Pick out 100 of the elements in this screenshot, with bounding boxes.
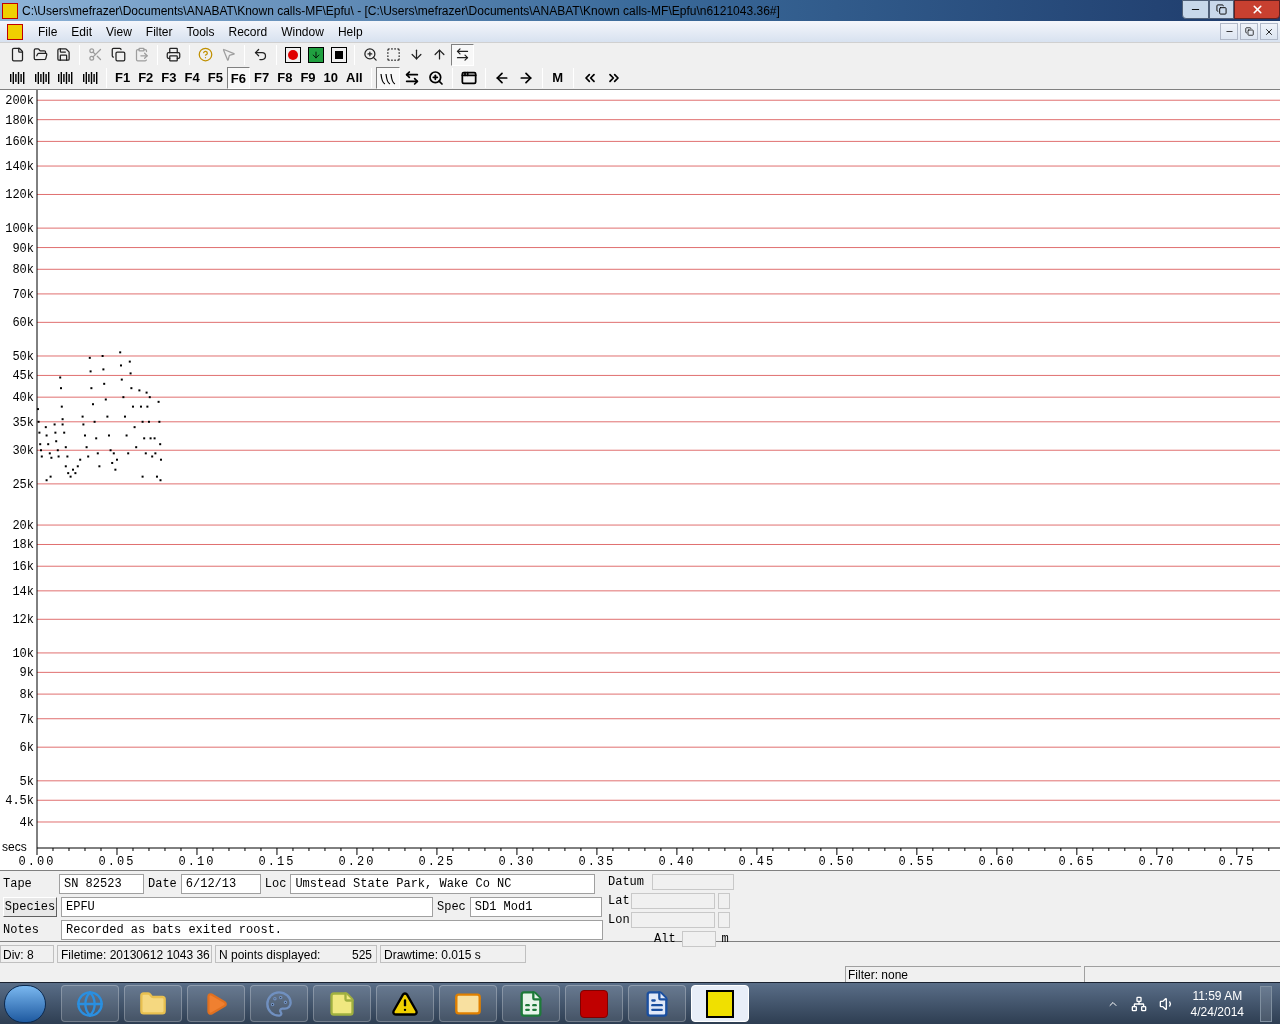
status-panel: Filetime: 20130612 1043 36	[57, 945, 212, 963]
function-key-button[interactable]: F1	[111, 66, 135, 89]
bars-icon	[34, 70, 50, 85]
monitor-icon	[307, 46, 324, 63]
folder-icon	[139, 989, 167, 1018]
menu-item[interactable]: Tools	[179, 22, 222, 41]
taskbar-app[interactable]	[691, 985, 749, 1022]
minimize-button[interactable]	[1182, 0, 1209, 19]
function-key-button[interactable]: F4	[180, 66, 204, 89]
close-button[interactable]	[1234, 0, 1280, 19]
y-axis-label: 160k	[5, 135, 34, 150]
menu-item[interactable]: Edit	[64, 22, 100, 41]
restore-button[interactable]	[1209, 0, 1234, 19]
pdf-icon	[580, 989, 608, 1018]
y-axis-label: 6k	[19, 741, 34, 756]
y-axis-label: 25k	[12, 477, 34, 492]
function-key-button[interactable]: F6	[226, 66, 251, 89]
function-key-button[interactable]: All	[342, 66, 367, 89]
empty-field[interactable]	[652, 874, 734, 890]
network-icon[interactable]	[1130, 995, 1147, 1012]
x-axis-title: secs	[2, 840, 27, 854]
menu-item[interactable]: View	[99, 22, 139, 41]
taskbar-app[interactable]	[628, 985, 686, 1022]
x-axis-label: 0.05	[98, 855, 136, 869]
child-minimize-button[interactable]	[1220, 23, 1238, 40]
menu-item[interactable]: Filter	[138, 22, 180, 41]
function-key-button[interactable]: F3	[157, 66, 181, 89]
stop-icon	[330, 46, 347, 63]
clock[interactable]: 11:59 AM 4/24/2014	[1186, 987, 1248, 1020]
empty-field[interactable]	[681, 931, 716, 947]
text-field[interactable]: 6/12/13	[180, 874, 261, 894]
y-axis-label: 9k	[19, 666, 34, 681]
x-axis-label: 0.20	[338, 855, 376, 869]
start-button[interactable]	[4, 984, 46, 1023]
y-axis-label: 14k	[12, 584, 34, 599]
child-restore-button[interactable]	[1240, 23, 1258, 40]
bars-icon	[82, 70, 98, 85]
y-axis-label: 4.5k	[5, 794, 34, 809]
text-field[interactable]: Umstead State Park, Wake Co NC	[290, 874, 596, 894]
x-axis-label: 0.25	[418, 855, 456, 869]
document-logo-icon	[7, 23, 23, 40]
bars-icon	[58, 70, 74, 85]
x-axis-label: 0.30	[498, 855, 536, 869]
undo-icon	[253, 47, 268, 62]
x-axis-label: 0.70	[1138, 855, 1176, 869]
function-key-button[interactable]: F7	[250, 66, 274, 89]
dashed-rectangle-icon	[386, 47, 401, 62]
empty-field[interactable]	[631, 893, 715, 909]
y-axis-label: 90k	[12, 241, 34, 256]
sticky-note-icon	[328, 989, 356, 1018]
toolbar-button[interactable]	[451, 43, 474, 66]
help-icon	[198, 47, 213, 62]
function-key-button[interactable]: F9	[296, 66, 320, 89]
x-axis-label: 0.60	[978, 855, 1016, 869]
y-axis-label: 35k	[12, 415, 34, 430]
taskbar-app[interactable]	[313, 985, 371, 1022]
wave-icon	[379, 71, 396, 86]
menu-item[interactable]: Window	[274, 22, 331, 41]
open-folder-icon	[33, 47, 48, 62]
y-axis-label: 120k	[5, 188, 34, 203]
y-axis-label: 200k	[5, 94, 34, 109]
text-field[interactable]: Recorded as bats exited roost.	[61, 920, 603, 940]
toolbar-button[interactable]	[375, 66, 400, 89]
menu-item[interactable]: File	[31, 22, 65, 41]
print-icon	[166, 47, 181, 62]
window-icon	[460, 69, 477, 86]
y-axis-label: 140k	[5, 160, 34, 175]
x-axis-label: 0.15	[258, 855, 296, 869]
menu-item[interactable]: Record	[221, 22, 275, 41]
record-icon	[284, 46, 301, 63]
copy-icon	[111, 47, 126, 62]
menu-item[interactable]: Help	[330, 22, 370, 41]
text-field[interactable]: SD1 Mod1	[469, 897, 602, 917]
x-axis-label: 0.40	[658, 855, 696, 869]
y-axis-label: 50k	[12, 350, 34, 364]
x-axis-label: 0.00	[18, 855, 56, 869]
y-axis-label: 180k	[5, 113, 34, 128]
empty-field[interactable]	[718, 893, 730, 909]
x-axis-label: 0.65	[1058, 855, 1096, 869]
field-label: Loc	[264, 876, 287, 893]
field-label: Spec	[437, 899, 466, 916]
scroll-icon	[455, 47, 470, 62]
taskbar-app[interactable]	[502, 985, 560, 1022]
species-button[interactable]: Species	[3, 897, 57, 917]
function-key-button[interactable]: 10	[319, 66, 342, 89]
function-key-button[interactable]: M	[546, 66, 569, 89]
function-key-button[interactable]: F5	[203, 66, 227, 89]
text-field[interactable]: SN 82523	[59, 874, 144, 894]
paste-icon	[134, 47, 149, 62]
y-axis-label: 40k	[12, 391, 34, 406]
taskbar-app[interactable]	[376, 985, 434, 1022]
empty-field[interactable]	[631, 912, 715, 928]
y-axis-label: 45k	[12, 369, 34, 384]
text-field[interactable]: EPFU	[61, 897, 433, 917]
empty-field[interactable]	[718, 912, 730, 928]
status-label: N points displayed:	[219, 947, 321, 962]
function-key-button[interactable]: F8	[273, 66, 297, 89]
function-key-button[interactable]: F2	[134, 66, 158, 89]
child-close-button[interactable]	[1260, 23, 1278, 40]
y-axis-label: 5k	[19, 774, 34, 789]
